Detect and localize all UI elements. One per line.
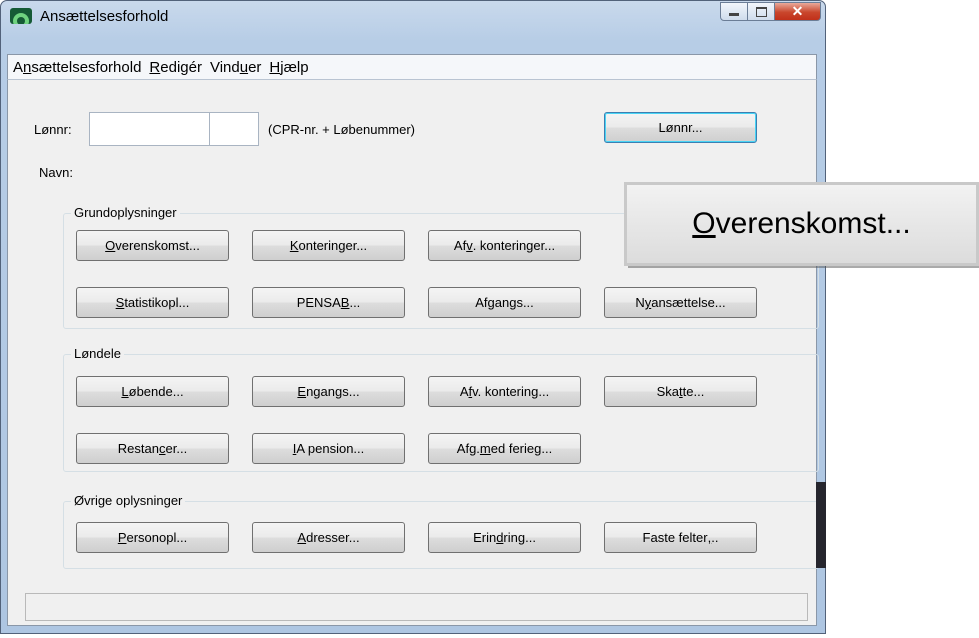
afv-konteringer-button[interactable]: Af v. konteringer...: [428, 230, 581, 261]
button-mnemonic: P: [117, 530, 127, 545]
menu-label-part: jælp: [280, 58, 309, 76]
konteringer-button[interactable]: Konteringer...: [252, 230, 405, 261]
afg-med-ferieg-button[interactable]: Afg. m ed ferieg...: [428, 433, 581, 464]
button-label-part: v. kontering...: [472, 384, 550, 399]
button-mnemonic: K: [289, 238, 299, 253]
button-label-part: tatistikopl...: [124, 295, 190, 310]
menu-bar: Ansættelsesforhold Redigér Vinduer Hjælp: [7, 54, 817, 80]
button-label-part: onteringer...: [298, 238, 368, 253]
overenskomst-button[interactable]: Overenskomst...: [76, 230, 229, 261]
afv-kontering-button[interactable]: Af v. kontering...: [428, 376, 581, 407]
menu-ansaettelsesforhold[interactable]: Ansættelsesforhold: [10, 59, 144, 76]
button-label-part: ansættelse...: [651, 295, 726, 310]
button-label-part: øbende...: [128, 384, 184, 399]
callout-mnemonic: O: [692, 207, 716, 240]
afgangs-button[interactable]: Af g angs...: [428, 287, 581, 318]
erindring-button[interactable]: Erin d ring...: [428, 522, 581, 553]
lonnr-label: Lønnr:: [34, 122, 72, 137]
skatte-button[interactable]: Ska t te...: [604, 376, 757, 407]
button-mnemonic: B: [340, 295, 350, 310]
menu-label-part: edigér: [160, 58, 202, 76]
cpr-hint-label: (CPR-nr. + Løbenummer): [268, 122, 416, 137]
close-button[interactable]: ✕: [775, 2, 821, 21]
maximize-icon: [755, 6, 767, 17]
button-label-part: Restan: [117, 441, 159, 456]
menu-label-part: Vind: [209, 58, 240, 76]
button-label-part: er...: [165, 441, 188, 456]
button-mnemonic: E: [297, 384, 307, 399]
menu-rediger[interactable]: Redigér: [146, 59, 205, 76]
background-edge: [816, 482, 826, 568]
lobenummer-input[interactable]: [209, 112, 259, 146]
minimize-icon: [729, 13, 739, 16]
button-label-part: ring...: [503, 530, 536, 545]
menu-mnemonic: R: [149, 58, 161, 76]
menu-label-part: sættelsesforhold: [31, 58, 142, 76]
button-label-part: verenskomst...: [115, 238, 200, 253]
group-grundoplysninger-label: Grundoplysninger: [71, 205, 180, 220]
callout-label-part: verenskomst...: [715, 207, 911, 240]
menu-label-part: A: [13, 58, 24, 76]
button-label-part: dresser...: [306, 530, 360, 545]
menu-mnemonic: u: [239, 58, 249, 76]
status-bar: [25, 593, 808, 621]
group-ovrige-label: Øvrige oplysninger: [71, 493, 186, 508]
button-label-part: ngangs...: [306, 384, 360, 399]
button-label-part: Erin: [473, 530, 497, 545]
pensab-button[interactable]: PENSA B...: [252, 287, 405, 318]
ia-pension-button[interactable]: IA pension...: [252, 433, 405, 464]
title-bar[interactable]: Ansættelsesforhold ✕: [1, 1, 825, 47]
overenskomst-zoom-callout: Overenskomst...: [624, 182, 979, 266]
navn-label: Navn:: [39, 165, 73, 180]
button-mnemonic: L: [121, 384, 129, 399]
menu-vinduer[interactable]: Vinduer: [207, 59, 264, 76]
menu-label-part: er: [248, 58, 262, 76]
window-title: Ansættelsesforhold: [40, 8, 169, 25]
engangs-button[interactable]: Engangs...: [252, 376, 405, 407]
lobende-button[interactable]: Løbende...: [76, 376, 229, 407]
restancer-button[interactable]: Restan c er...: [76, 433, 229, 464]
app-icon: [10, 8, 32, 24]
button-mnemonic: m: [479, 441, 491, 456]
button-mnemonic: g: [487, 295, 495, 310]
button-mnemonic: O: [105, 238, 116, 253]
button-label-part: A: [459, 384, 469, 399]
group-londele-label: Løndele: [71, 346, 124, 361]
button-label-part: Af: [475, 295, 488, 310]
close-icon: ✕: [791, 3, 804, 19]
adresser-button[interactable]: Adresser...: [252, 522, 405, 553]
button-label-part: N: [635, 295, 645, 310]
lonnr-input[interactable]: [89, 112, 210, 146]
button-label-part: . konteringer...: [472, 238, 556, 253]
menu-mnemonic: H: [269, 58, 281, 76]
nyansaettelse-button[interactable]: Ny ansættelse...: [604, 287, 757, 318]
maximize-button[interactable]: [748, 2, 775, 21]
minimize-button[interactable]: [720, 2, 748, 21]
button-mnemonic: S: [115, 295, 125, 310]
personopl-button[interactable]: Personopl...: [76, 522, 229, 553]
menu-hjaelp[interactable]: Hjælp: [266, 59, 311, 76]
button-label-part: Afg.: [456, 441, 480, 456]
button-label-part: A pension...: [296, 441, 365, 456]
button-label-part: Faste felter: [642, 530, 708, 545]
button-mnemonic: d: [496, 530, 504, 545]
button-label-part: ...: [349, 295, 361, 310]
button-label-part: Ska: [656, 384, 680, 399]
button-label-part: te...: [682, 384, 705, 399]
button-label-part: ed ferieg...: [490, 441, 553, 456]
button-label-part: angs...: [494, 295, 534, 310]
button-label-part: ersonopl...: [126, 530, 188, 545]
button-label-part: Af: [453, 238, 467, 253]
button-mnemonic: A: [297, 530, 307, 545]
button-label-part: ..: [711, 530, 719, 545]
faste-felter-button[interactable]: Faste felter,..: [604, 522, 757, 553]
button-label-part: PENSA: [296, 295, 341, 310]
lonnr-button[interactable]: Lønnr...: [604, 112, 757, 143]
statistikopl-button[interactable]: Statistikopl...: [76, 287, 229, 318]
